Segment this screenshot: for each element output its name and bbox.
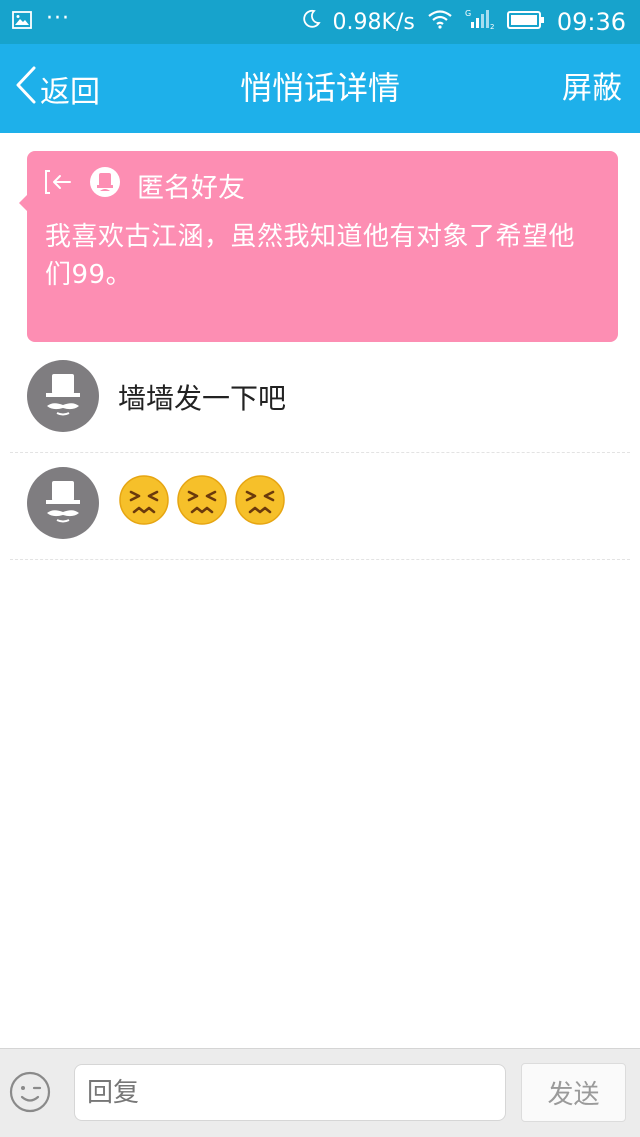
comment-text: 墙墙发一下吧 <box>118 382 287 415</box>
image-icon <box>12 11 32 33</box>
back-label: 返回 <box>40 74 100 110</box>
reply-input[interactable] <box>74 1064 506 1121</box>
battery-icon <box>506 10 545 35</box>
moon-icon <box>301 9 321 35</box>
notification-dots: ··· <box>46 6 70 31</box>
exit-arrow-icon <box>43 168 73 203</box>
whisper-card: 匿名好友 我喜欢古江涵，虽然我知道他有对象了希望他们99。 <box>19 151 618 342</box>
avatar[interactable] <box>27 467 99 539</box>
emoji-button[interactable] <box>8 1070 52 1114</box>
whisper-header: 匿名好友 <box>43 166 245 205</box>
anonymous-badge-icon <box>89 166 121 205</box>
back-button[interactable]: 返回 <box>14 44 100 133</box>
clock: 09:36 <box>556 8 626 36</box>
avatar[interactable] <box>27 360 99 432</box>
persevering-face-icon <box>176 474 228 530</box>
whisper-text: 我喜欢古江涵，虽然我知道他有对象了希望他们99。 <box>45 222 576 290</box>
nav-bar: 返回 悄悄话详情 屏蔽 <box>0 44 640 133</box>
wink-face-icon <box>9 1071 51 1113</box>
status-left: ··· <box>12 6 70 33</box>
anonymous-gentleman-icon <box>46 481 80 523</box>
network-speed: 0.98K/s <box>332 9 415 35</box>
anonymous-gentleman-icon <box>46 374 80 416</box>
status-bar: ··· 0.98K/s G 2 09:36 <box>0 0 640 44</box>
emoji-row <box>118 474 286 530</box>
list-item <box>10 452 630 560</box>
signal-icon: G 2 <box>465 8 495 36</box>
card-pointer <box>19 195 27 211</box>
persevering-face-icon <box>118 474 170 530</box>
reply-bar: 发送 <box>0 1048 640 1137</box>
send-button[interactable]: 发送 <box>521 1063 626 1122</box>
list-item: 墙墙发一下吧 <box>10 345 630 453</box>
svg-text:G: G <box>465 9 471 18</box>
status-right: 0.98K/s G 2 09:36 <box>301 8 626 36</box>
chevron-left-icon <box>14 65 38 113</box>
block-button[interactable]: 屏蔽 <box>562 44 622 133</box>
whisper-sender: 匿名好友 <box>137 172 245 204</box>
wifi-icon <box>427 9 453 35</box>
svg-text:2: 2 <box>490 23 494 30</box>
persevering-face-icon <box>234 474 286 530</box>
